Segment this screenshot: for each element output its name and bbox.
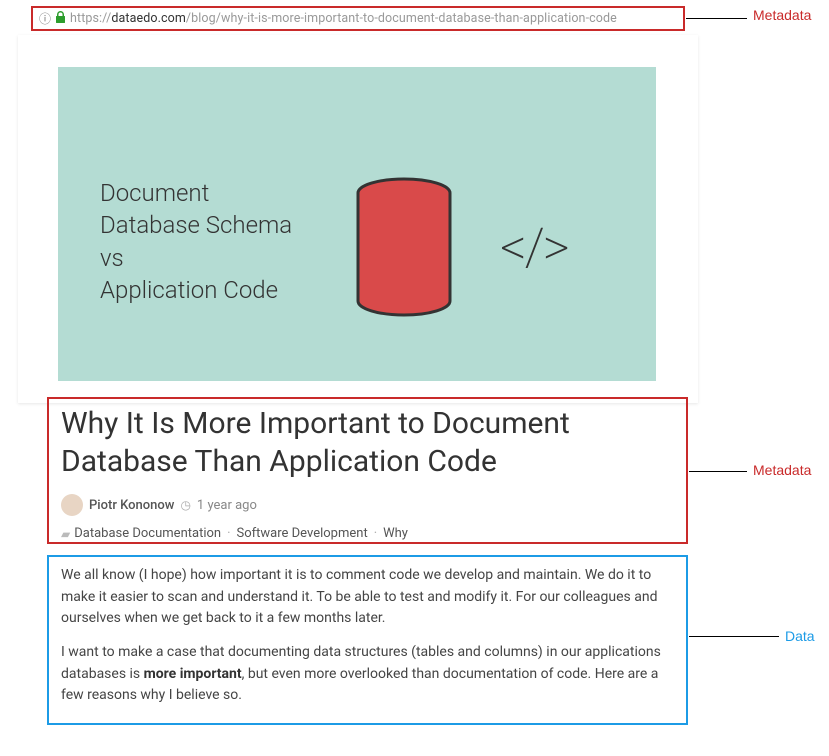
article-body: We all know (I hope) how important it is… — [47, 555, 688, 725]
avatar — [61, 494, 83, 516]
connector-line — [689, 471, 747, 472]
url-text: https://dataedo.com/blog/why-it-is-more-… — [70, 11, 617, 26]
tags-row: ▰ Database Documentation · Software Deve… — [61, 526, 674, 541]
tag-link[interactable]: Software Development — [237, 526, 368, 541]
tag-link[interactable]: Why — [383, 526, 408, 541]
database-icon — [350, 177, 458, 317]
author-name[interactable]: Piotr Kononow — [89, 498, 174, 513]
connector-line — [689, 636, 779, 637]
paragraph: We all know (I hope) how important it is… — [61, 565, 674, 630]
annotation-label-data: Data — [785, 628, 815, 644]
hero-text: Document Database Schema vs Application … — [100, 177, 292, 307]
lock-icon — [55, 11, 66, 26]
info-icon[interactable]: ⓘ — [39, 10, 51, 27]
tag-link[interactable]: Database Documentation — [74, 526, 221, 541]
byline: Piotr Kononow ◷ 1 year ago — [61, 494, 674, 516]
article-card: Document Database Schema vs Application … — [18, 35, 698, 403]
publish-time: 1 year ago — [197, 498, 257, 513]
clock-icon: ◷ — [180, 498, 190, 512]
hero-banner: Document Database Schema vs Application … — [58, 67, 656, 381]
url-bar[interactable]: ⓘ https://dataedo.com/blog/why-it-is-mor… — [31, 6, 685, 31]
article-title: Why It Is More Important to Document Dat… — [61, 405, 674, 480]
connector-line — [686, 18, 747, 19]
paragraph: I want to make a case that documenting d… — [61, 642, 674, 707]
annotation-label-metadata: Metadata — [753, 462, 811, 478]
article-metadata: Why It Is More Important to Document Dat… — [47, 397, 688, 544]
tag-icon: ▰ — [61, 527, 70, 541]
code-bracket-icon: </> — [500, 217, 568, 278]
annotation-label-metadata: Metadata — [753, 7, 811, 23]
